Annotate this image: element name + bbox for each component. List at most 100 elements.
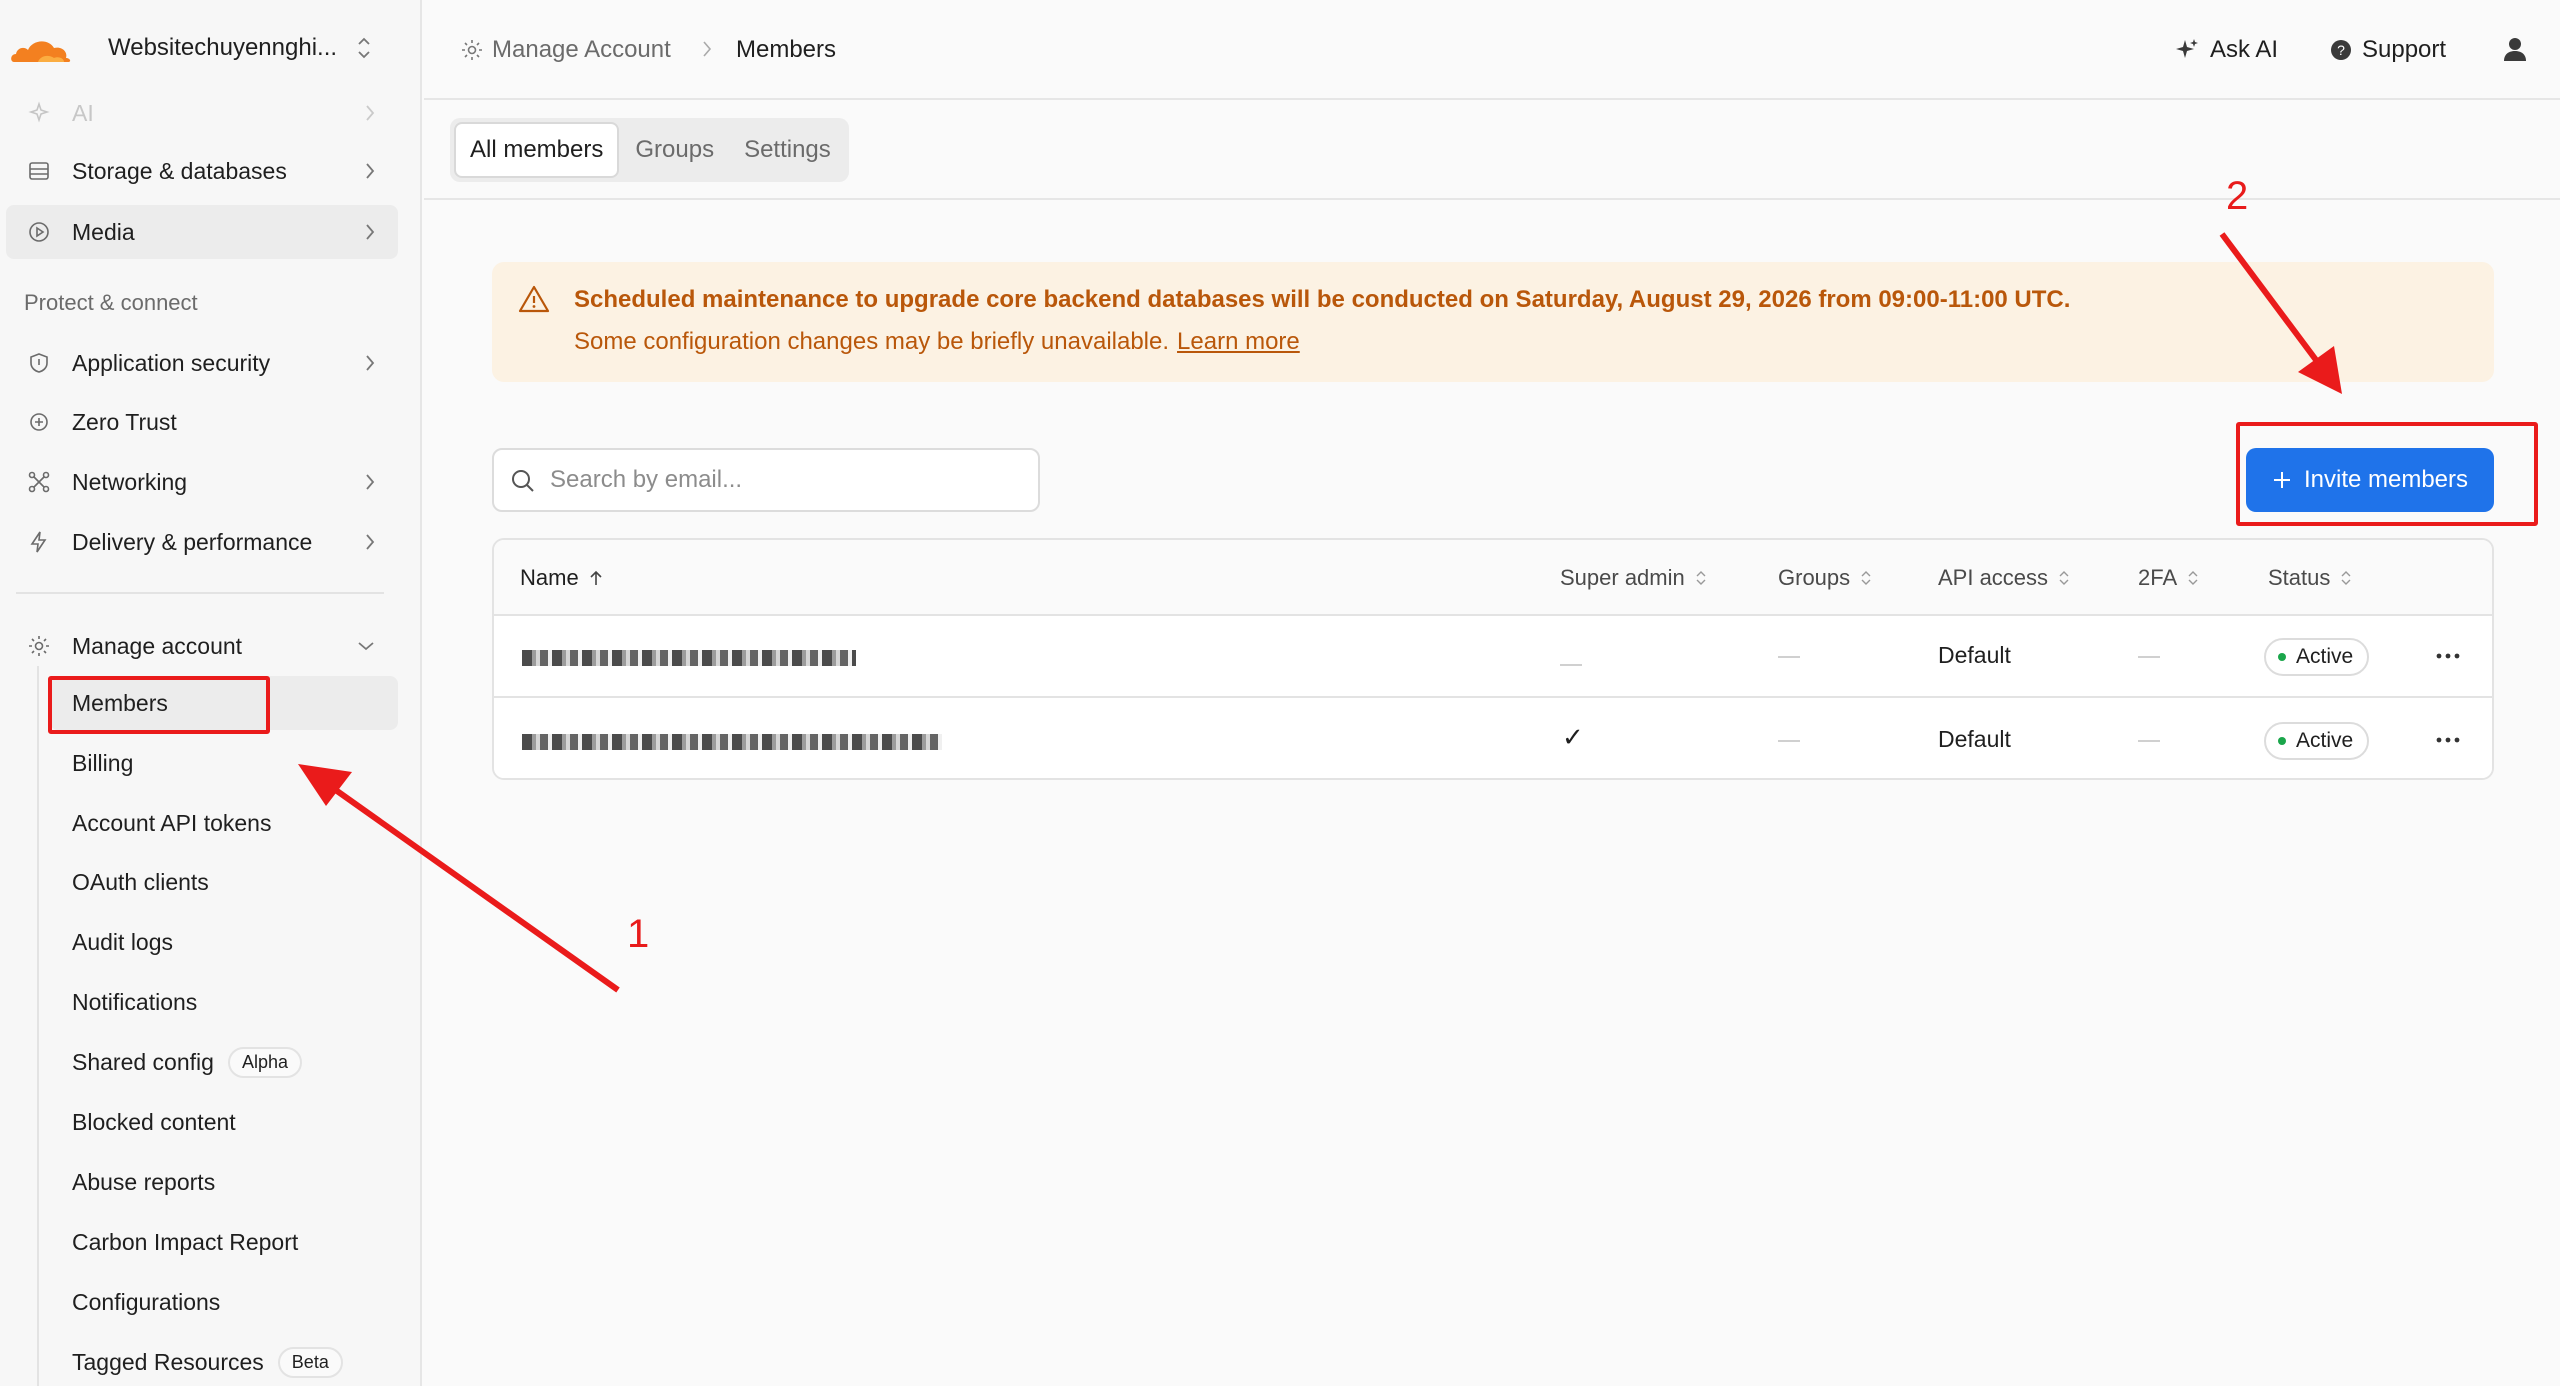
alpha-badge: Alpha	[227, 1046, 302, 1078]
sidebar-item-storage[interactable]: Storage & databases	[6, 144, 398, 198]
zero-trust-icon	[26, 409, 52, 435]
search-box	[492, 448, 1040, 512]
sidebar-item-label: Configurations	[72, 1288, 221, 1315]
sort-icon	[2341, 571, 2351, 585]
super-admin-check: ✓	[1562, 722, 1584, 752]
chevron-right-icon	[366, 105, 375, 121]
submenu-guide-line	[37, 666, 39, 1386]
sidebar-item-zero-trust[interactable]: Zero Trust	[6, 395, 398, 449]
sidebar-item-account-api-tokens[interactable]: Account API tokens	[50, 796, 398, 850]
sidebar-divider	[16, 592, 384, 594]
sidebar-item-billing[interactable]: Billing	[50, 736, 398, 790]
annotation-number-2: 2	[2226, 174, 2249, 218]
column-header-api-access[interactable]: API access	[1938, 564, 2070, 592]
sidebar-item-label: Zero Trust	[72, 408, 177, 435]
sidebar-item-configurations[interactable]: Configurations	[50, 1275, 398, 1329]
ask-ai-button[interactable]: Ask AI	[2174, 32, 2278, 68]
members-table: Name Super admin Groups API access 2FA S…	[492, 538, 2494, 780]
sidebar-item-label: Storage & databases	[72, 157, 287, 184]
shield-icon	[26, 350, 52, 376]
sparkle-icon	[2176, 39, 2198, 58]
network-icon	[26, 469, 52, 495]
annotation-number-1: 1	[627, 912, 650, 956]
tab-all-members[interactable]: All members	[454, 122, 620, 178]
banner-body: Some configuration changes may be briefl…	[574, 328, 1170, 355]
table-row: ✓ Default Active	[494, 700, 2492, 778]
support-label: Support	[2362, 36, 2447, 63]
sidebar-item-label: Delivery & performance	[72, 528, 313, 555]
status-badge: Active	[2264, 722, 2370, 760]
column-header-2fa[interactable]: 2FA	[2138, 564, 2199, 592]
chevron-right-icon	[366, 224, 375, 240]
chevron-updown-icon	[358, 37, 370, 59]
column-header-groups[interactable]: Groups	[1778, 564, 1872, 592]
tab-groups[interactable]: Groups	[621, 122, 728, 178]
highlight-box-members	[48, 676, 270, 734]
svg-text:?: ?	[2337, 42, 2345, 58]
database-icon	[26, 158, 52, 184]
sidebar-item-label: Billing	[72, 749, 134, 776]
sidebar-item-shared-config[interactable]: Shared config Alpha	[50, 1035, 398, 1089]
play-circle-icon	[26, 219, 52, 245]
sidebar-item-label: Application security	[72, 349, 271, 376]
column-header-name[interactable]: Name	[520, 564, 603, 592]
2fa-empty	[2138, 656, 2160, 658]
chevron-down-icon	[358, 642, 374, 651]
gear-icon	[26, 633, 52, 659]
tab-group: All members Groups Settings	[450, 118, 849, 182]
sidebar-item-label: Shared config	[72, 1048, 214, 1075]
2fa-empty	[2138, 740, 2160, 742]
sidebar-item-oauth-clients[interactable]: OAuth clients	[50, 855, 398, 909]
sidebar-item-media[interactable]: Media	[6, 205, 398, 259]
sidebar-item-label: Media	[72, 218, 135, 245]
more-options-icon[interactable]	[2434, 642, 2462, 670]
table-row: Default Active	[494, 616, 2492, 698]
sidebar-item-label: Manage account	[72, 632, 243, 659]
bolt-icon	[26, 529, 52, 555]
sidebar-item-networking[interactable]: Networking	[6, 455, 398, 509]
section-label-protect: Protect & connect	[24, 290, 198, 315]
ask-ai-label: Ask AI	[2210, 36, 2279, 63]
warning-icon	[518, 285, 550, 313]
sparkles-icon	[26, 100, 52, 126]
sidebar-item-delivery-performance[interactable]: Delivery & performance	[6, 515, 398, 569]
breadcrumb-manage-account[interactable]: Manage Account	[492, 36, 671, 64]
chevron-right-icon	[703, 41, 712, 57]
table-header: Name Super admin Groups API access 2FA S…	[494, 540, 2492, 616]
search-input[interactable]	[550, 460, 1020, 500]
active-dot-icon	[2278, 737, 2286, 745]
sidebar-item-tagged-resources[interactable]: Tagged Resources Beta	[50, 1335, 398, 1386]
sidebar-item-label: AI	[72, 99, 94, 126]
sidebar-item-manage-account[interactable]: Manage account	[6, 619, 398, 673]
status-badge: Active	[2264, 638, 2370, 676]
support-button[interactable]: ? Support	[2330, 32, 2446, 68]
sort-ascending-icon	[590, 570, 602, 585]
sidebar-item-notifications[interactable]: Notifications	[50, 975, 398, 1029]
account-switcher[interactable]: Websitechuyennghi...	[0, 0, 420, 100]
learn-more-link[interactable]: Learn more	[1177, 328, 1300, 355]
sidebar-item-application-security[interactable]: Application security	[6, 336, 398, 390]
chevron-right-icon	[366, 534, 375, 550]
sidebar-item-carbon-impact-report[interactable]: Carbon Impact Report	[50, 1215, 398, 1269]
groups-empty	[1778, 740, 1800, 742]
user-icon[interactable]	[2502, 36, 2528, 62]
breadcrumb-members: Members	[736, 36, 837, 63]
column-header-super-admin[interactable]: Super admin	[1560, 564, 1707, 592]
api-access-value: Default	[1938, 726, 2011, 752]
banner-title: Scheduled maintenance to upgrade core ba…	[574, 286, 2071, 313]
sidebar-item-blocked-content[interactable]: Blocked content	[50, 1095, 398, 1149]
sidebar-item-audit-logs[interactable]: Audit logs	[50, 915, 398, 969]
sort-icon	[1861, 571, 1871, 585]
tab-settings[interactable]: Settings	[730, 122, 845, 178]
beta-badge: Beta	[277, 1346, 343, 1378]
super-admin-empty	[1560, 664, 1582, 666]
search-icon	[512, 470, 534, 492]
top-bar: Manage Account Members Ask AI ? Support	[424, 0, 2560, 100]
highlight-box-invite	[2236, 422, 2538, 526]
sidebar-item-label: Networking	[72, 468, 188, 495]
cloudflare-logo	[11, 41, 71, 62]
sidebar-item-abuse-reports[interactable]: Abuse reports	[50, 1155, 398, 1209]
sidebar-item-label: OAuth clients	[72, 868, 209, 895]
more-options-icon[interactable]	[2434, 726, 2462, 754]
column-header-status[interactable]: Status	[2268, 564, 2352, 592]
